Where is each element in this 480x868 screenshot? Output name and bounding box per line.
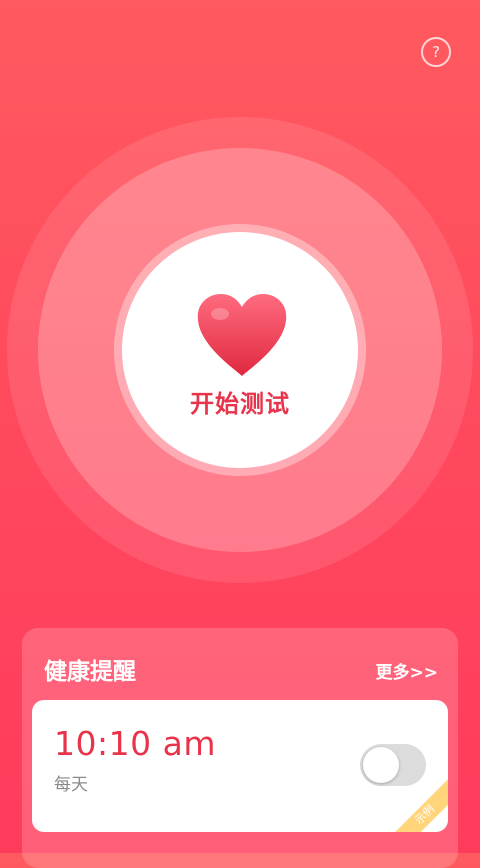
- reminder-card[interactable]: 10:10 am 每天 示例: [32, 700, 448, 832]
- health-reminder-panel: 健康提醒 更多>> 10:10 am 每天 示例: [22, 628, 458, 868]
- toggle-knob: [363, 747, 399, 783]
- start-test-button[interactable]: 开始测试: [122, 232, 358, 468]
- help-icon[interactable]: ?: [421, 37, 451, 67]
- start-test-label: 开始测试: [190, 390, 290, 418]
- reminder-repeat: 每天: [54, 775, 88, 795]
- panel-title: 健康提醒: [44, 659, 136, 685]
- more-link[interactable]: 更多>>: [376, 658, 439, 683]
- reminder-time: 10:10 am: [54, 724, 216, 763]
- heart-icon: [197, 294, 287, 376]
- reminder-toggle[interactable]: [360, 744, 426, 786]
